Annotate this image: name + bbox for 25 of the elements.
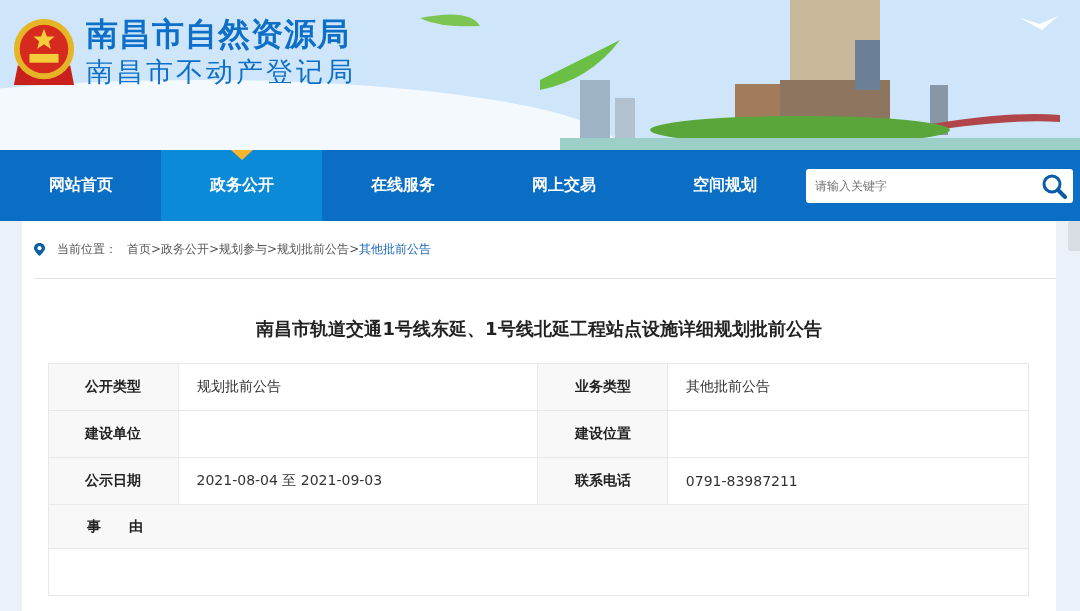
nav-tab[interactable]: 政务公开 xyxy=(161,150,322,221)
search-field[interactable]: 请输入关键字 xyxy=(806,168,1073,203)
field-value: 其他批前公告 xyxy=(667,363,1029,411)
site-title: 南昌市自然资源局 xyxy=(86,14,351,54)
field-label: 建设单位 xyxy=(48,410,179,458)
nav-tab[interactable]: 在线服务 xyxy=(322,150,483,221)
nav-tab[interactable]: 空间规划 xyxy=(644,150,805,221)
field-value: 0791-83987211 xyxy=(667,457,1029,505)
breadcrumb-label: 当前位置： xyxy=(57,241,117,258)
field-value: 2021-08-04 至 2021-09-03 xyxy=(178,457,538,505)
location-pin-icon xyxy=(34,243,45,256)
site-subtitle: 南昌市不动产登记局 xyxy=(86,55,356,89)
field-label: 业务类型 xyxy=(537,363,668,411)
nav-tab[interactable]: 网上交易 xyxy=(483,150,644,221)
field-label: 事 由 xyxy=(87,517,143,534)
search-icon[interactable] xyxy=(1041,172,1067,199)
field-label: 公开类型 xyxy=(48,363,179,411)
field-label: 联系电话 xyxy=(537,457,668,505)
field-label: 建设位置 xyxy=(537,410,668,458)
field-label: 公示日期 xyxy=(48,457,179,505)
breadcrumb-current[interactable]: 其他批前公告 xyxy=(359,241,432,258)
field-value: 规划批前公告 xyxy=(178,363,538,411)
breadcrumb-trail[interactable]: 首页>政务公开>规划参与>规划批前公告> xyxy=(127,241,360,258)
nav-tab[interactable]: 网站首页 xyxy=(0,150,161,221)
article-title: 南昌市轨道交通1号线东延、1号线北延工程站点设施详细规划批前公告 xyxy=(255,317,823,341)
